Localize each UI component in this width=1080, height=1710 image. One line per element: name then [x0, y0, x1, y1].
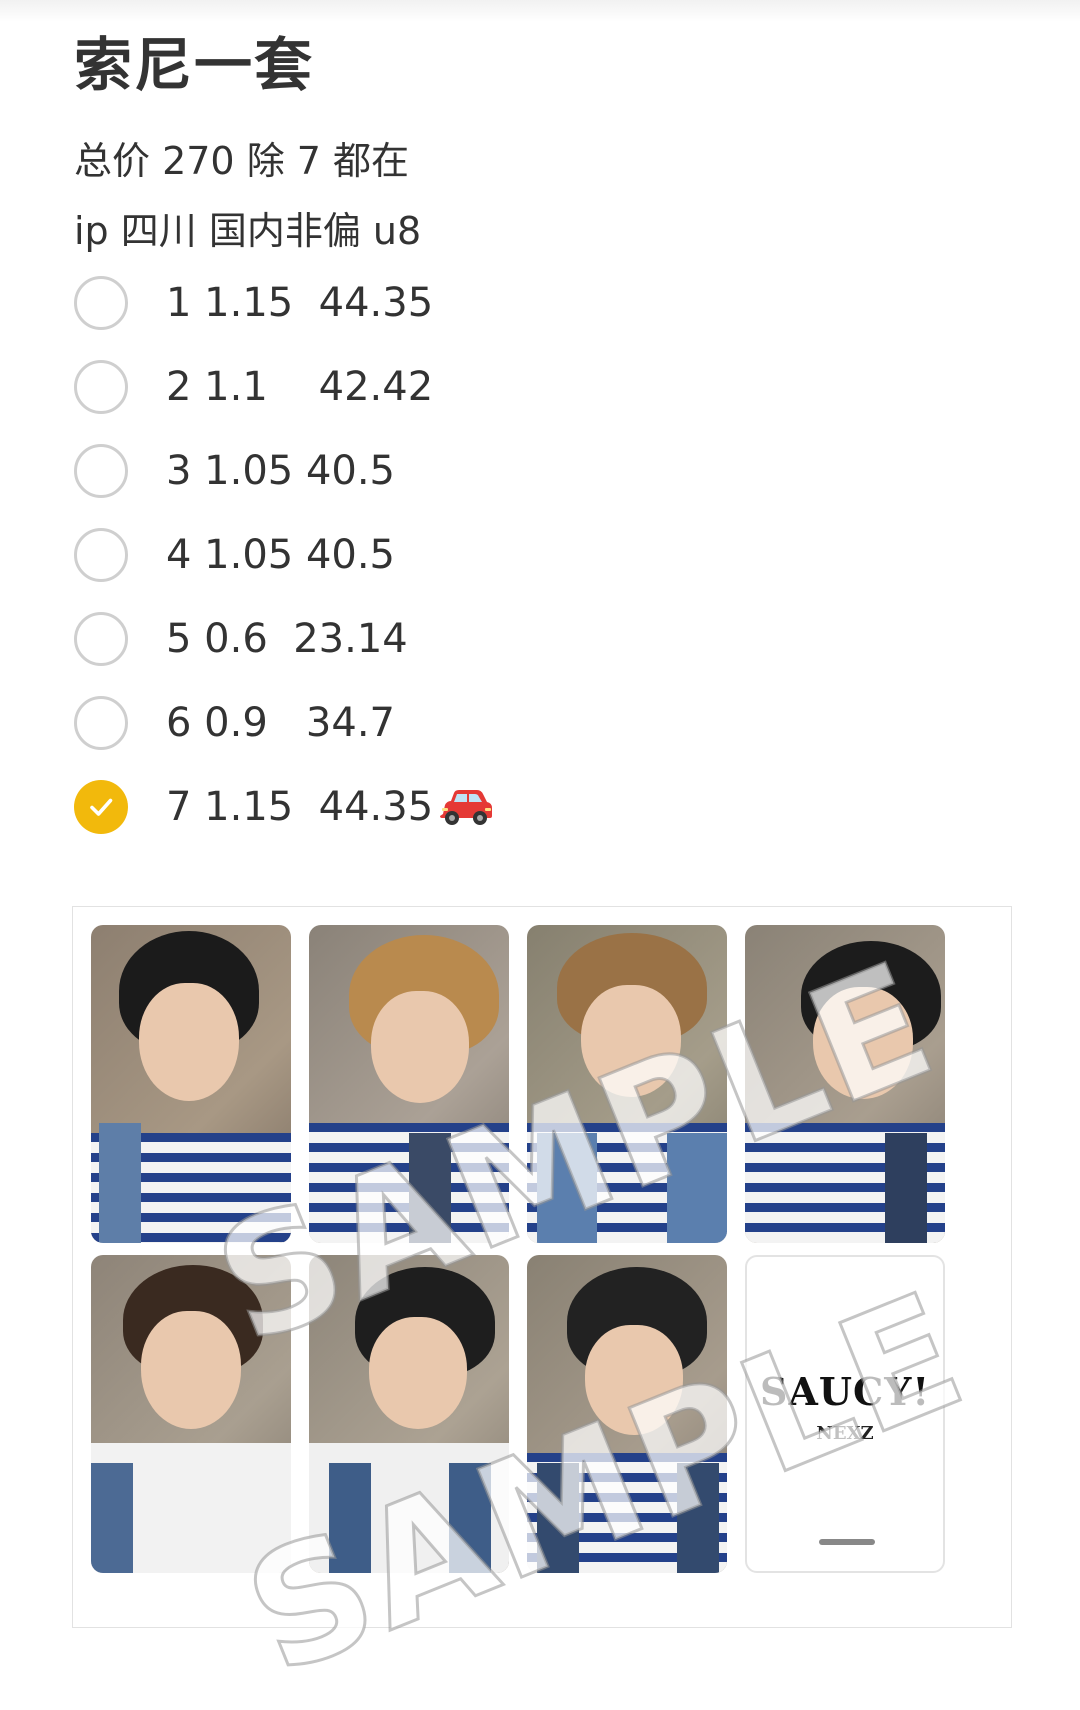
photocard-2	[309, 925, 509, 1243]
checklist-item-2[interactable]: 2 1.1 42.42	[74, 356, 774, 418]
car-icon	[440, 790, 493, 825]
checklist-item-text: 4 1.05 40.5	[166, 532, 396, 578]
checkbox-unchecked[interactable]	[74, 444, 128, 498]
checkbox-unchecked[interactable]	[74, 696, 128, 750]
photocard-sample-image: SAUCY! NEXZ SAMPLE SAMPLE	[72, 906, 1012, 1710]
checklist-item-7[interactable]: 7 1.15 44.35	[74, 776, 774, 838]
checklist-item-1[interactable]: 1 1.15 44.35	[74, 272, 774, 334]
checklist-item-text: 2 1.1 42.42	[166, 364, 434, 410]
note-line-location: ip 四川 国内非偏 u8	[74, 209, 422, 253]
note-title: 索尼一套	[74, 31, 315, 99]
checkmark-icon	[90, 798, 113, 816]
photocard-5	[91, 1255, 291, 1573]
checklist-item-4[interactable]: 4 1.05 40.5	[74, 524, 774, 586]
photocard-6	[309, 1255, 509, 1573]
checklist-item-3[interactable]: 3 1.05 40.5	[74, 440, 774, 502]
photocard-3	[527, 925, 727, 1243]
checklist-item-text: 3 1.05 40.5	[166, 448, 396, 494]
note-line-price: 总价 270 除 7 都在	[74, 139, 410, 183]
album-logo: SAUCY!	[759, 1369, 931, 1414]
checkbox-checked[interactable]	[74, 780, 128, 834]
photocard-7	[527, 1255, 727, 1573]
photocard-1	[91, 925, 291, 1243]
checklist-item-text: 6 0.9 34.7	[166, 700, 395, 746]
checkbox-unchecked[interactable]	[74, 528, 128, 582]
photocard-logo: SAUCY! NEXZ	[745, 1255, 945, 1573]
card-footer-mark	[819, 1539, 875, 1545]
checklist-item-5[interactable]: 5 0.6 23.14	[74, 608, 774, 670]
checklist-item-label: 7 1.15 44.35	[166, 784, 434, 830]
checkbox-unchecked[interactable]	[74, 360, 128, 414]
photocard-4	[745, 925, 945, 1243]
checklist-item-text: 7 1.15 44.35	[166, 784, 495, 830]
checklist-item-6[interactable]: 6 0.9 34.7	[74, 692, 774, 754]
checkbox-unchecked[interactable]	[74, 276, 128, 330]
checklist-item-text: 1 1.15 44.35	[166, 280, 434, 326]
checkbox-unchecked[interactable]	[74, 612, 128, 666]
checklist-item-text: 5 0.6 23.14	[166, 616, 408, 662]
group-logo: NEXZ	[816, 1423, 874, 1444]
top-fade	[0, 0, 1080, 22]
